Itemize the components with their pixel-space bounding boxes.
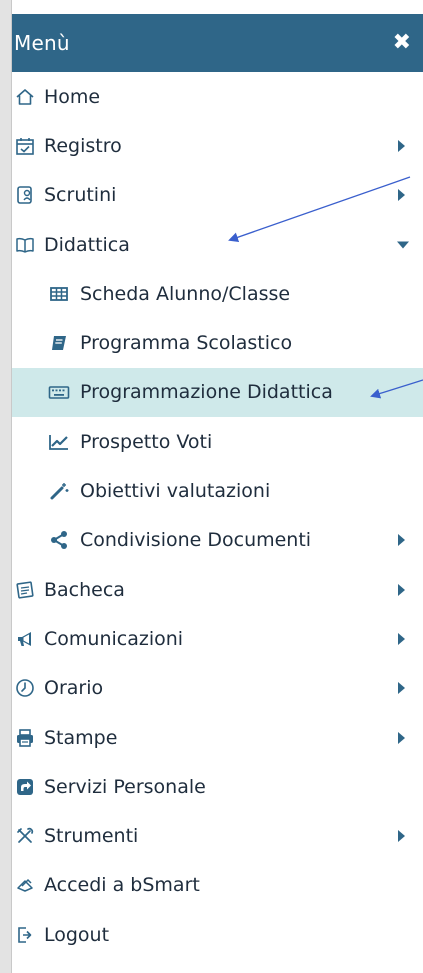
menu-item-bacheca[interactable]: Bacheca [12, 565, 423, 614]
chevron-right-icon [398, 731, 405, 744]
chevron-right-icon [398, 583, 405, 596]
bsmart-icon [14, 874, 36, 896]
menu-item-servizi-personale[interactable]: Servizi Personale [12, 762, 423, 811]
scrutini-icon [14, 184, 36, 206]
calendar-icon [14, 135, 36, 157]
chevron-right-icon [398, 139, 405, 152]
side-menu: Menù ✖ Home Registro Scrutini Didattica [12, 14, 423, 969]
menu-item-label: Strumenti [44, 825, 139, 848]
menu-item-didattica[interactable]: Didattica [12, 220, 423, 269]
menu-subitem-condivisione-documenti[interactable]: Condivisione Documenti [12, 516, 423, 565]
menu-item-label: Logout [44, 923, 110, 946]
chevron-right-icon [398, 189, 405, 202]
menu-item-label: Scheda Alunno/Classe [80, 282, 291, 305]
chevron-right-icon [398, 682, 405, 695]
menu-subitem-scheda-alunno-classe[interactable]: Scheda Alunno/Classe [12, 269, 423, 318]
menu-item-label: Bacheca [44, 578, 125, 601]
menu-item-home[interactable]: Home [12, 72, 423, 121]
menu-item-label: Stampe [44, 726, 118, 749]
magic-wand-icon [48, 480, 70, 502]
menu-item-label: Home [44, 85, 101, 108]
chevron-right-icon [398, 830, 405, 843]
menu-item-label: Scrutini [44, 184, 117, 207]
menu-item-label: Condivisione Documenti [80, 529, 312, 552]
menu-item-stampe[interactable]: Stampe [12, 713, 423, 762]
menu-item-label: Programma Scolastico [80, 332, 293, 355]
keyboard-icon [48, 381, 70, 403]
external-link-icon [14, 776, 36, 798]
menu-item-orario[interactable]: Orario [12, 664, 423, 713]
menu-item-label: Prospetto Voti [80, 430, 213, 453]
chevron-right-icon [398, 534, 405, 547]
window-left-edge [0, 0, 12, 973]
chevron-down-icon [397, 241, 409, 249]
bulletin-icon [14, 579, 36, 601]
menu-item-comunicazioni[interactable]: Comunicazioni [12, 614, 423, 663]
close-icon[interactable]: ✖ [393, 32, 411, 54]
menu-item-scrutini[interactable]: Scrutini [12, 171, 423, 220]
menu-item-label: Obiettivi valutazioni [80, 480, 271, 503]
logout-icon [14, 924, 36, 946]
menu-item-label: Didattica [44, 233, 130, 256]
menu-item-strumenti[interactable]: Strumenti [12, 811, 423, 860]
menu-item-registro[interactable]: Registro [12, 121, 423, 170]
menu-subitem-programma-scolastico[interactable]: Programma Scolastico [12, 318, 423, 367]
menu-item-accedi-bsmart[interactable]: Accedi a bSmart [12, 861, 423, 910]
menu-item-logout[interactable]: Logout [12, 910, 423, 959]
bullhorn-icon [14, 628, 36, 650]
share-icon [48, 529, 70, 551]
menu-item-label: Programmazione Didattica [80, 381, 333, 404]
line-chart-icon [48, 431, 70, 453]
menu-subitem-obiettivi-valutazioni[interactable]: Obiettivi valutazioni [12, 466, 423, 515]
menu-title: Menù [14, 31, 70, 55]
menu-item-label: Accedi a bSmart [44, 874, 200, 897]
menu-header: Menù ✖ [12, 14, 423, 72]
menu-subitem-prospetto-voti[interactable]: Prospetto Voti [12, 417, 423, 466]
menu-item-label: Orario [44, 677, 104, 700]
printer-icon [14, 727, 36, 749]
home-icon [14, 86, 36, 108]
clock-icon [14, 677, 36, 699]
book-open-icon [14, 234, 36, 256]
tools-icon [14, 825, 36, 847]
menu-item-label: Comunicazioni [44, 627, 184, 650]
menu-item-label: Servizi Personale [44, 775, 206, 798]
menu-subitem-programmazione-didattica[interactable]: Programmazione Didattica [12, 367, 423, 418]
chevron-right-icon [398, 632, 405, 645]
table-icon [48, 283, 70, 305]
menu-item-label: Registro [44, 134, 122, 157]
book-icon [48, 332, 70, 354]
